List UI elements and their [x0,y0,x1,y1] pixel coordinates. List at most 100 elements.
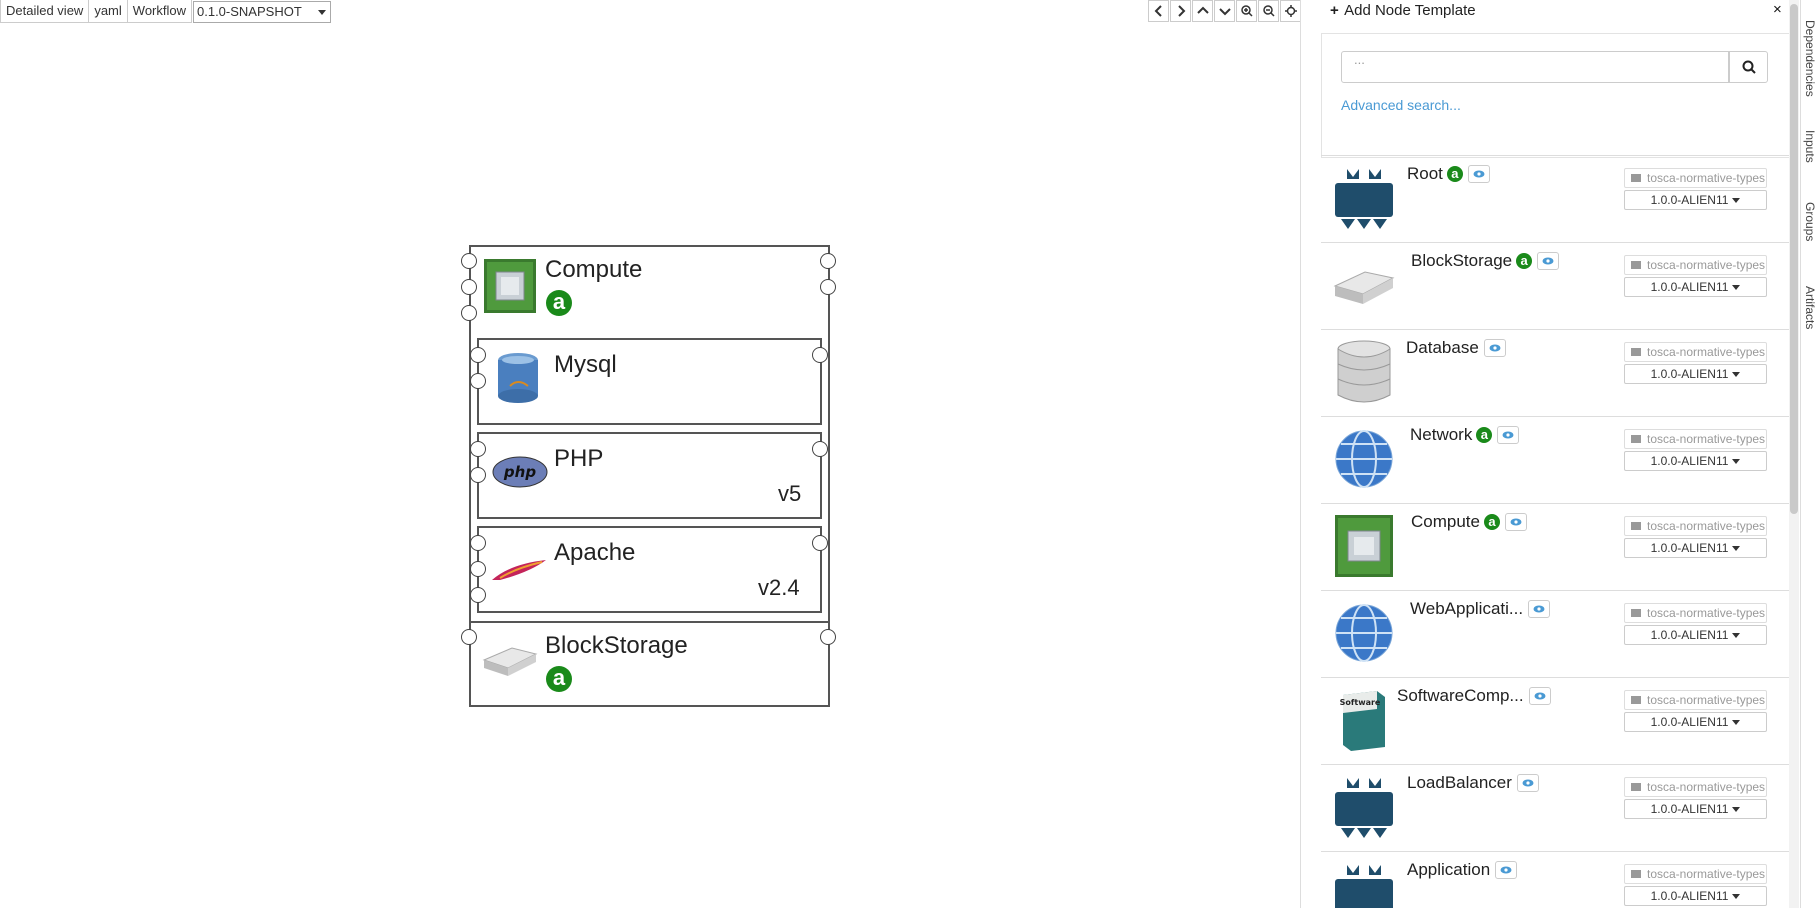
php-port[interactable] [470,441,486,457]
panel-scrollbar[interactable] [1789,0,1799,908]
version-dropdown[interactable]: 1.0.0-ALIEN11 [1624,451,1767,471]
zoom-out-button[interactable] [1258,0,1279,22]
blockstorage-port[interactable] [461,629,477,645]
mysql-port[interactable] [812,347,828,363]
apache-port[interactable] [470,587,486,603]
list-item[interactable]: BlockStorage a tosca-normative-types 1.0… [1321,242,1790,329]
version-dropdown[interactable]: 1.0.0-ALIEN11 [1624,364,1767,384]
detailed-view-button[interactable]: Detailed view [0,0,90,23]
caret-down-icon [318,10,326,15]
compute-port[interactable] [461,305,477,321]
root-icon [1335,778,1393,838]
pan-right-button[interactable] [1170,0,1191,22]
tab-artifacts[interactable]: Artifacts [1803,286,1817,329]
eye-icon [1502,431,1514,439]
tab-groups[interactable]: Groups [1803,202,1817,241]
view-details-button[interactable] [1504,513,1527,531]
compute-port[interactable] [820,279,836,295]
view-details-button[interactable] [1537,252,1560,270]
version-dropdown[interactable]: 1.0.0-ALIEN11 [1624,190,1767,210]
compute-port[interactable] [820,253,836,269]
version-dropdown[interactable]: 1.0.0-ALIEN11 [1624,538,1767,558]
view-details-button[interactable] [1497,426,1520,444]
version-dropdown[interactable]: 1.0.0-ALIEN11 [1624,625,1767,645]
blockstorage-port[interactable] [820,629,836,645]
list-item[interactable]: Network a tosca-normative-types 1.0.0-AL… [1321,416,1790,503]
apache-port[interactable] [470,535,486,551]
eye-icon [1522,779,1534,787]
archive-icon [1631,870,1641,878]
workflow-button[interactable]: Workflow [127,0,192,23]
mysql-label: Mysql [554,351,617,378]
database-icon [1337,340,1391,403]
blockstorage-alien-badge: a [546,666,572,692]
search-input[interactable]: ... [1341,51,1729,83]
alien-badge: a [1483,514,1500,530]
eye-icon [1473,170,1485,178]
compute-port[interactable] [461,279,477,295]
caret-down-icon [1732,285,1741,291]
version-dropdown[interactable]: 1.0.0-ALIEN11 [1624,799,1767,819]
version-dropdown[interactable]: 1.0.0-ALIEN11 [1624,277,1767,297]
view-details-button[interactable] [1516,774,1539,792]
caret-down-icon [1732,459,1741,465]
view-details-button[interactable] [1467,165,1490,183]
view-details-button[interactable] [1528,687,1551,705]
view-details-button[interactable] [1528,600,1551,618]
zoom-in-button[interactable] [1236,0,1257,22]
caret-down-icon [1732,720,1741,726]
search-button[interactable] [1729,51,1768,83]
mysql-port[interactable] [470,373,486,389]
version-select-value: 0.1.0-SNAPSHOT [197,4,302,19]
yaml-button[interactable]: yaml [89,0,128,23]
caret-down-icon [1732,807,1741,813]
list-item[interactable]: Root a tosca-normative-types 1.0.0-ALIEN… [1321,155,1790,242]
caret-down-icon [1732,372,1741,378]
database-icon [498,353,538,403]
svg-text:Software: Software [1340,698,1381,707]
list-item[interactable]: Application tosca-normative-types 1.0.0-… [1321,851,1790,908]
list-item[interactable]: LoadBalancer tosca-normative-types 1.0.0… [1321,764,1790,851]
eye-icon [1500,866,1512,874]
item-name: LoadBalancer [1407,773,1512,792]
scrollbar-thumb[interactable] [1790,4,1798,514]
eye-icon [1533,605,1545,613]
center-button[interactable] [1280,0,1301,22]
topology-canvas[interactable]: Compute a Mysql php PHP v5 Apache v2.4 B… [0,24,1300,908]
list-item[interactable]: Compute a tosca-normative-types 1.0.0-AL… [1321,503,1790,590]
compute-port[interactable] [461,253,477,269]
apache-label: Apache [554,539,636,566]
version-select[interactable]: 0.1.0-SNAPSHOT [193,1,331,23]
pan-down-button[interactable] [1214,0,1235,22]
apache-port[interactable] [812,535,828,551]
tab-dependencies[interactable]: Dependencies [1803,20,1817,97]
php-port[interactable] [812,441,828,457]
pan-up-button[interactable] [1192,0,1213,22]
view-details-button[interactable] [1495,861,1518,879]
apache-port[interactable] [470,561,486,577]
zoom-out-icon [1262,5,1275,17]
repository-label: tosca-normative-types [1624,255,1767,275]
item-name-row: Application [1407,860,1518,880]
close-button[interactable]: × [1773,0,1782,20]
pan-left-button[interactable] [1148,0,1169,22]
list-item[interactable]: Software SoftwareComp... tosca-normative… [1321,677,1790,764]
view-details-button[interactable] [1483,339,1506,357]
item-name: Database [1406,338,1479,357]
php-logo-icon: php [492,456,548,488]
mysql-port[interactable] [470,347,486,363]
list-item[interactable]: Database tosca-normative-types 1.0.0-ALI… [1321,329,1790,416]
eye-icon [1542,257,1554,265]
item-name-row: BlockStorage a [1411,251,1560,271]
eye-icon [1534,692,1546,700]
version-dropdown[interactable]: 1.0.0-ALIEN11 [1624,712,1767,732]
advanced-search-link[interactable]: Advanced search... [1341,97,1461,113]
caret-down-icon [1732,546,1741,552]
version-dropdown[interactable]: 1.0.0-ALIEN11 [1624,886,1767,906]
tab-inputs[interactable]: Inputs [1803,130,1817,163]
alien-badge: a [1446,166,1463,182]
repository-label: tosca-normative-types [1624,777,1767,797]
item-name: Root [1407,164,1443,183]
php-port[interactable] [470,467,486,483]
list-item[interactable]: WebApplicati... tosca-normative-types 1.… [1321,590,1790,677]
